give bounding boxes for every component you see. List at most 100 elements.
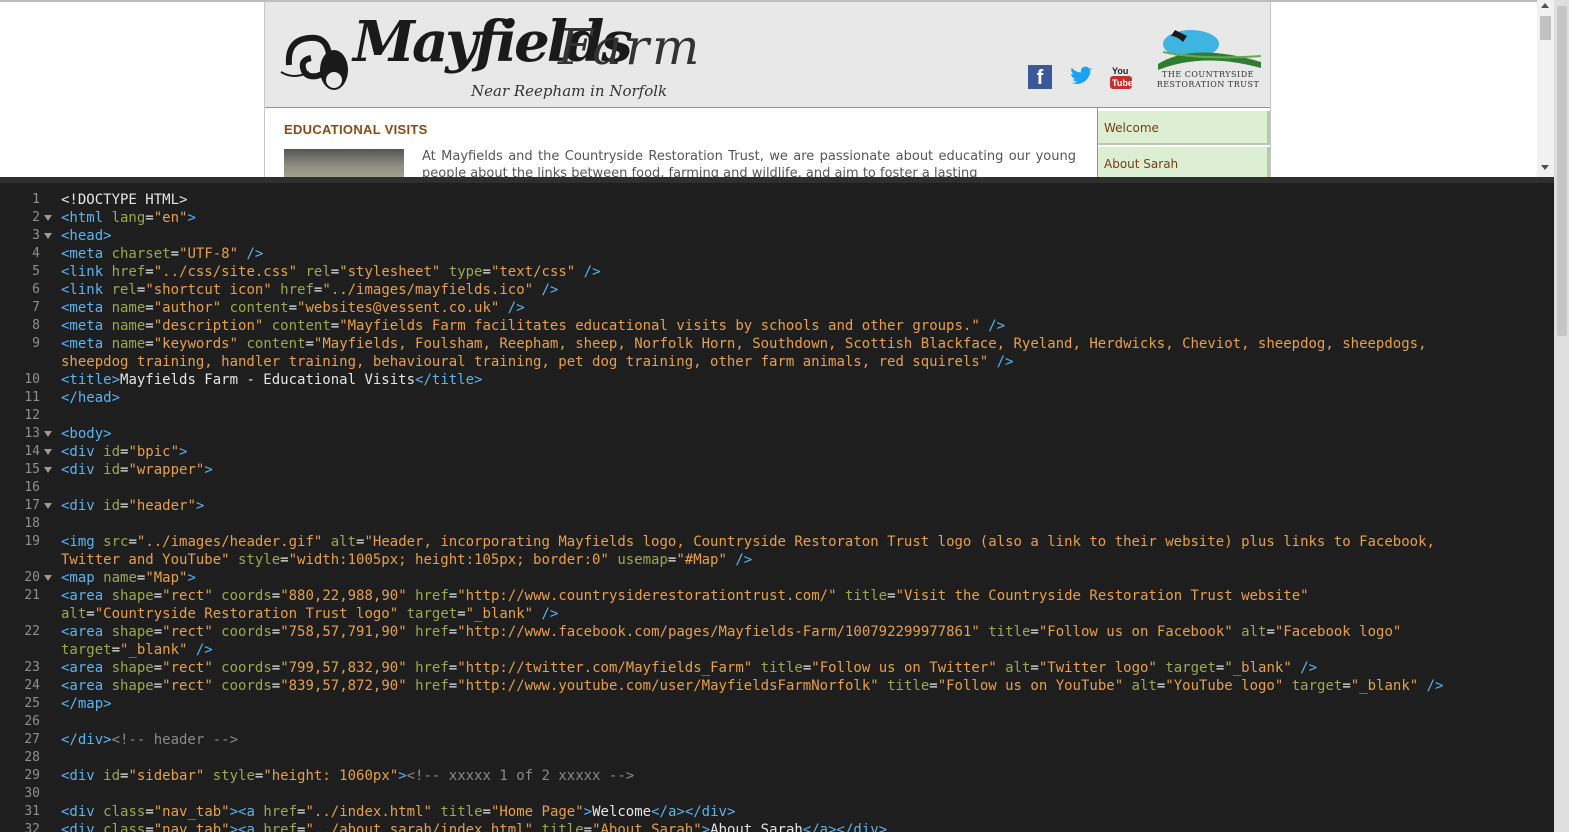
code-line[interactable]: <div id="header"> [61, 497, 204, 515]
code-token: = [288, 300, 298, 316]
code-line[interactable]: <meta name="author" content="websites@ve… [61, 299, 525, 317]
window-scrollbar-thumb[interactable] [1557, 6, 1567, 336]
code-token: = [1266, 624, 1275, 640]
code-line[interactable]: </head> [61, 389, 120, 407]
youtube-icon[interactable]: You Tube [1109, 65, 1133, 91]
code-token: "bpic" [128, 444, 180, 460]
window-scrollbar[interactable] [1554, 0, 1569, 832]
nav-tab-about-sarah[interactable]: About Sarah [1098, 147, 1270, 177]
code-token: = [145, 822, 154, 832]
code-token: <head> [61, 228, 112, 244]
code-token: "rect" [162, 588, 213, 604]
code-token: alt [1123, 678, 1157, 694]
code-line[interactable]: <div class="nav_tab"><a href="../index.h… [61, 803, 735, 821]
code-line[interactable]: </map> [61, 695, 112, 713]
code-token: = [86, 606, 95, 622]
code-line[interactable]: <html lang="en"> [61, 209, 196, 227]
code-token: usemap [608, 552, 668, 568]
code-line[interactable]: <title>Mayfields Farm - Educational Visi… [61, 371, 482, 389]
line-number: 5 [32, 264, 40, 279]
code-token: = [145, 804, 154, 820]
code-token: shape [111, 624, 154, 640]
code-line[interactable]: alt="Countryside Restoration Trust logo"… [61, 605, 558, 623]
code-token: target [1283, 678, 1343, 694]
code-token: id [103, 462, 121, 478]
site-header: Mayfields Farm Near Reepham in Norfolk f… [265, 2, 1270, 108]
code-line[interactable]: <div id="wrapper"> [61, 461, 213, 479]
code-token: alt [996, 660, 1031, 676]
code-line[interactable]: <area shape="rect" coords="799,57,832,90… [61, 659, 1317, 677]
twitter-icon[interactable] [1069, 65, 1093, 89]
code-token: > [195, 498, 205, 514]
code-token: = [583, 822, 593, 832]
fold-arrow-icon[interactable] [44, 233, 52, 239]
code-line[interactable]: <div id="sidebar" style="height: 1060px"… [61, 767, 634, 785]
scroll-down-arrow-icon[interactable] [1541, 165, 1549, 170]
code-token: = [153, 588, 163, 604]
code-token: href [271, 282, 314, 298]
code-line[interactable]: <!DOCTYPE HTML> [61, 191, 187, 209]
code-token: <div [61, 444, 104, 460]
code-token: "http://www.youtube.com/user/MayfieldsFa… [457, 678, 879, 694]
code-token: style [229, 552, 281, 568]
code-line[interactable]: <meta name="keywords" content="Mayfields… [61, 335, 1427, 353]
code-line[interactable]: <img src="../images/header.gif" alt="Hea… [61, 533, 1435, 551]
code-line[interactable]: <meta charset="UTF-8" /> [61, 245, 263, 263]
code-editor[interactable]: 1 2 3 4 5 6 7 8 9 10 11 12 13 14 15 16 17 18 19 20 21 22 23 24 2… [0, 177, 1554, 832]
code-line[interactable]: <head> [61, 227, 112, 245]
educational-visit-photo [284, 149, 404, 177]
scrollbar-thumb[interactable] [1540, 16, 1551, 40]
preview-scrollbar[interactable] [1537, 0, 1554, 177]
code-line[interactable]: target="_blank" /> [61, 641, 213, 659]
fold-arrow-icon[interactable] [44, 467, 52, 473]
code-token: </title> [415, 372, 483, 388]
fold-arrow-icon[interactable] [44, 215, 52, 221]
code-token: <map [61, 570, 104, 586]
site-wrapper: Mayfields Farm Near Reepham in Norfolk f… [264, 2, 1271, 177]
code-line[interactable]: <meta name="description" content="Mayfie… [61, 317, 1005, 335]
code-token: <meta [61, 300, 112, 316]
code-line[interactable]: sheepdog training, handler training, beh… [61, 353, 1013, 371]
line-number: 11 [24, 390, 40, 405]
line-number: 16 [24, 480, 40, 495]
code-token: coords [212, 624, 272, 640]
code-token: charset [111, 246, 171, 262]
code-line[interactable]: <area shape="rect" coords="839,57,872,90… [61, 677, 1443, 695]
code-token: "header" [128, 498, 196, 514]
code-token: = [170, 246, 180, 262]
code-token: "../about_sarah/index.html" [305, 822, 534, 832]
code-line[interactable]: Twitter and YouTube" style="width:1005px… [61, 551, 752, 569]
code-line[interactable]: <map name="Map"> [61, 569, 196, 587]
code-line[interactable]: <link href="../css/site.css" rel="styles… [61, 263, 601, 281]
code-line[interactable]: </div><!-- header --> [61, 731, 238, 749]
code-line[interactable]: <body> [61, 425, 112, 443]
fold-arrow-icon[interactable] [44, 503, 52, 509]
code-token: title [431, 804, 483, 820]
site-content: EDUCATIONAL VISITS At Mayfields and the … [265, 108, 1097, 177]
code-token: <img [61, 534, 104, 550]
code-line[interactable]: <div id="bpic"> [61, 443, 187, 461]
nav-tab-welcome[interactable]: Welcome [1098, 111, 1270, 145]
line-number: 14 [24, 444, 40, 459]
fold-arrow-icon[interactable] [44, 449, 52, 455]
code-token: </head> [61, 390, 121, 406]
facebook-icon[interactable]: f [1028, 65, 1052, 89]
site-sidebar: Welcome About Sarah [1097, 108, 1270, 177]
code-line[interactable]: <area shape="rect" coords="880,22,988,90… [61, 587, 1309, 605]
code-line[interactable]: <link rel="shortcut icon" href="../image… [61, 281, 558, 299]
code-line[interactable]: <area shape="rect" coords="758,57,791,90… [61, 623, 1401, 641]
line-number: 30 [24, 786, 40, 801]
line-number: 32 [24, 822, 40, 832]
scroll-up-arrow-icon[interactable] [1541, 3, 1549, 8]
code-token: "799,57,832,90" [280, 660, 407, 676]
code-token: > [179, 444, 188, 460]
fold-arrow-icon[interactable] [44, 575, 52, 581]
code-token: = [457, 606, 466, 622]
code-token: name [103, 570, 137, 586]
code-token: = [330, 318, 340, 334]
code-token: = [271, 660, 281, 676]
code-token: <!DOCTYPE HTML> [61, 192, 188, 208]
code-line[interactable]: <div class="nav_tab"><a href="../about_s… [61, 821, 887, 832]
fold-arrow-icon[interactable] [44, 431, 52, 437]
code-token: title [878, 678, 930, 694]
